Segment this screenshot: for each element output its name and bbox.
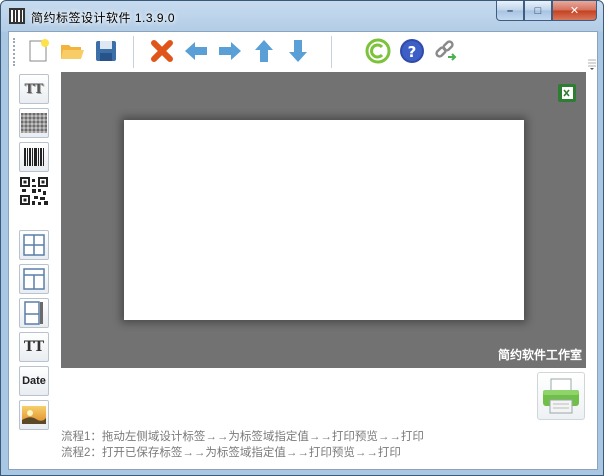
- open-button[interactable]: [57, 36, 87, 66]
- image-tool-button[interactable]: [19, 108, 49, 138]
- label-design-area[interactable]: [124, 120, 524, 320]
- arrow-up-icon: [255, 40, 273, 62]
- client-area: ? TT TT Date 简约软件工作室 流程1：拖动左侧域设计标签→→为标签域…: [8, 31, 598, 470]
- text-field-tool-button[interactable]: TT: [19, 332, 49, 362]
- delete-button[interactable]: [147, 36, 177, 66]
- printer-icon: [543, 378, 579, 414]
- link-icon: [435, 40, 457, 61]
- move-up-button[interactable]: [249, 36, 279, 66]
- open-folder-icon: [61, 45, 84, 59]
- design-canvas[interactable]: 简约软件工作室: [61, 72, 586, 368]
- text-tt-bold-icon: TT: [23, 339, 45, 355]
- gray-texture-icon: [21, 113, 47, 133]
- barcode-icon: [24, 148, 44, 166]
- toolbar-separator: [133, 36, 134, 68]
- qrcode-icon: [20, 177, 48, 205]
- vertical-layout-icon: [24, 301, 43, 325]
- studio-label: 简约软件工作室: [497, 348, 582, 362]
- copyright-button[interactable]: [363, 36, 393, 66]
- app-logo-icon: [9, 8, 25, 24]
- workflow-steps: 流程1：拖动左侧域设计标签→→为标签域指定值→→打印预览→→打印 流程2：打开已…: [61, 429, 424, 461]
- excel-icon[interactable]: [558, 84, 576, 102]
- move-down-button[interactable]: [283, 36, 313, 66]
- minimize-button[interactable]: –: [496, 1, 524, 21]
- close-button[interactable]: ✕: [552, 1, 597, 21]
- red-x-icon: [151, 40, 173, 62]
- minimize-icon: –: [506, 4, 514, 17]
- picture-tool-button[interactable]: [19, 400, 49, 430]
- toolbar: ?: [9, 32, 597, 72]
- arrow-down-icon: [289, 40, 307, 62]
- date-icon: Date: [22, 375, 46, 387]
- vertical-line-tool-button[interactable]: [19, 298, 49, 328]
- copyright-icon: [365, 38, 391, 64]
- toolbar-separator: [331, 36, 332, 68]
- window-title: 简约标签设计软件 1.3.9.0: [31, 11, 176, 25]
- save-button[interactable]: [91, 36, 121, 66]
- floppy-disk-icon: [96, 41, 116, 61]
- workflow-step-1: 流程1：拖动左侧域设计标签→→为标签域指定值→→打印预览→→打印: [61, 431, 424, 443]
- date-tool-button[interactable]: Date: [19, 366, 49, 396]
- svg-text:?: ?: [408, 43, 417, 61]
- new-button[interactable]: [23, 36, 53, 66]
- picture-icon: [22, 406, 46, 424]
- arrow-left-icon: [185, 42, 207, 60]
- print-button[interactable]: [537, 372, 585, 420]
- grid-layout-icon: [23, 234, 45, 256]
- barcode-tool-button[interactable]: [19, 142, 49, 172]
- move-left-button[interactable]: [181, 36, 211, 66]
- workflow-step-2: 流程2：打开已保存标签→→为标签域指定值→→打印预览→→打印: [61, 447, 401, 459]
- grid-tool-button[interactable]: [19, 230, 49, 260]
- app-window: 简约标签设计软件 1.3.9.0 – □ ✕ ? TT TT Date 简约软件…: [0, 0, 604, 476]
- table-layout-icon: [23, 268, 45, 290]
- help-button[interactable]: ?: [397, 36, 427, 66]
- new-file-icon: [29, 39, 49, 62]
- maximize-button[interactable]: □: [524, 1, 552, 21]
- title-bar[interactable]: 简约标签设计软件 1.3.9.0 – □ ✕: [1, 1, 603, 31]
- maximize-icon: □: [534, 4, 542, 17]
- help-icon: ?: [400, 39, 424, 63]
- resize-grip-icon[interactable]: [587, 56, 597, 70]
- toolbar-grip[interactable]: [13, 38, 18, 66]
- caption-buttons: – □ ✕: [496, 1, 597, 21]
- text-tool-button[interactable]: TT: [19, 74, 49, 104]
- arrow-right-icon: [219, 42, 241, 60]
- qrcode-tool-button[interactable]: [19, 176, 49, 206]
- link-button[interactable]: [431, 36, 461, 66]
- table-tool-button[interactable]: [19, 264, 49, 294]
- text-tt-icon: TT: [24, 81, 44, 97]
- move-right-button[interactable]: [215, 36, 245, 66]
- close-icon: ✕: [569, 5, 580, 17]
